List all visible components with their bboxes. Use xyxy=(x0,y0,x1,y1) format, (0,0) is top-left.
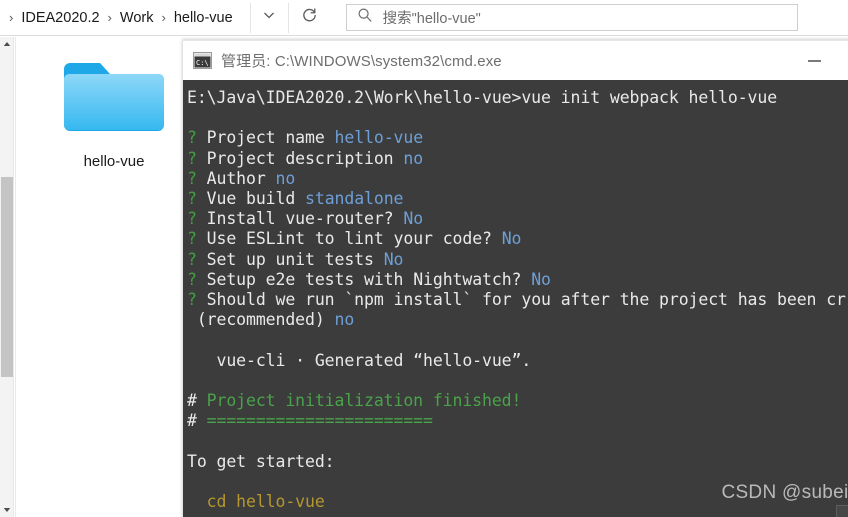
terminal-line: ? Setup e2e tests with Nightwatch? No xyxy=(185,270,848,290)
breadcrumb-dropdown-button[interactable] xyxy=(250,3,288,33)
terminal-line: ? Project name hello-vue xyxy=(185,128,848,148)
search-input[interactable]: 搜索"hello-vue" xyxy=(346,4,798,31)
scrollbar-thumb[interactable] xyxy=(1,177,13,377)
terminal-output[interactable]: E:\Java\IDEA2020.2\Work\hello-vue>vue in… xyxy=(183,80,848,517)
terminal-line xyxy=(185,472,848,492)
terminal-line: ? Vue build standalone xyxy=(185,189,848,209)
minimize-button[interactable] xyxy=(791,41,837,81)
search-icon xyxy=(357,7,373,28)
refresh-icon xyxy=(301,7,318,29)
terminal-text: E:\Java\IDEA2020.2\Work\hello-vue>vue in… xyxy=(185,88,848,512)
terminal-line: cd hello-vue xyxy=(185,492,848,512)
breadcrumb-separator-2: › xyxy=(156,11,170,24)
breadcrumb-separator-1: › xyxy=(103,11,117,24)
breadcrumb-separator-0: › xyxy=(4,11,18,24)
terminal-line: # Project initialization finished! xyxy=(185,391,848,411)
screen: › IDEA2020.2 › Work › hello-vue xyxy=(0,0,848,517)
cmd-title-bar[interactable]: C:\ 管理员: C:\WINDOWS\system32\cmd.exe xyxy=(183,40,848,80)
search-placeholder: 搜索"hello-vue" xyxy=(383,7,481,28)
maximize-button[interactable] xyxy=(837,41,848,81)
breadcrumb-item-hello-vue[interactable]: hello-vue xyxy=(171,8,236,28)
chevron-down-icon xyxy=(261,7,277,28)
terminal-line xyxy=(185,330,848,350)
file-name-label: hello-vue xyxy=(84,153,145,170)
terminal-line xyxy=(185,108,848,128)
file-item-hello-vue[interactable]: hello-vue xyxy=(44,57,184,170)
terminal-line: ? Should we run `npm install` for you af… xyxy=(185,290,848,310)
minimize-icon xyxy=(808,60,821,62)
terminal-line: ? Project description no xyxy=(185,149,848,169)
refresh-button[interactable] xyxy=(288,3,330,33)
explorer-toolbar: › IDEA2020.2 › Work › hello-vue xyxy=(0,0,848,36)
terminal-line: ? Set up unit tests No xyxy=(185,250,848,270)
scroll-down-arrow[interactable] xyxy=(0,503,14,517)
terminal-line: ? Author no xyxy=(185,169,848,189)
terminal-line: ? Use ESLint to lint your code? No xyxy=(185,229,848,249)
cmd-console-icon: C:\ xyxy=(193,52,212,69)
svg-text:C:\: C:\ xyxy=(196,59,209,67)
terminal-line: To get started: xyxy=(185,452,848,472)
terminal-scrollbar[interactable] xyxy=(836,505,848,517)
terminal-line xyxy=(185,431,848,451)
window-controls xyxy=(791,41,848,81)
terminal-line xyxy=(185,371,848,391)
scroll-up-arrow[interactable] xyxy=(0,37,14,51)
breadcrumb: › IDEA2020.2 › Work › hello-vue xyxy=(0,0,330,36)
folder-icon xyxy=(60,57,168,141)
terminal-line: # ======================= xyxy=(185,411,848,431)
breadcrumb-item-work[interactable]: Work xyxy=(117,8,157,28)
command-prompt-window: C:\ 管理员: C:\WINDOWS\system32\cmd.exe E:\… xyxy=(183,40,848,517)
breadcrumb-item-idea2020[interactable]: IDEA2020.2 xyxy=(18,8,102,28)
terminal-line: (recommended) no xyxy=(185,310,848,330)
terminal-line: vue-cli · Generated “hello-vue”. xyxy=(185,351,848,371)
terminal-line: ? Install vue-router? No xyxy=(185,209,848,229)
navigation-pane-scrollbar[interactable] xyxy=(0,37,14,517)
terminal-line: E:\Java\IDEA2020.2\Work\hello-vue>vue in… xyxy=(185,88,848,108)
cmd-title-text: 管理员: C:\WINDOWS\system32\cmd.exe xyxy=(221,50,502,71)
